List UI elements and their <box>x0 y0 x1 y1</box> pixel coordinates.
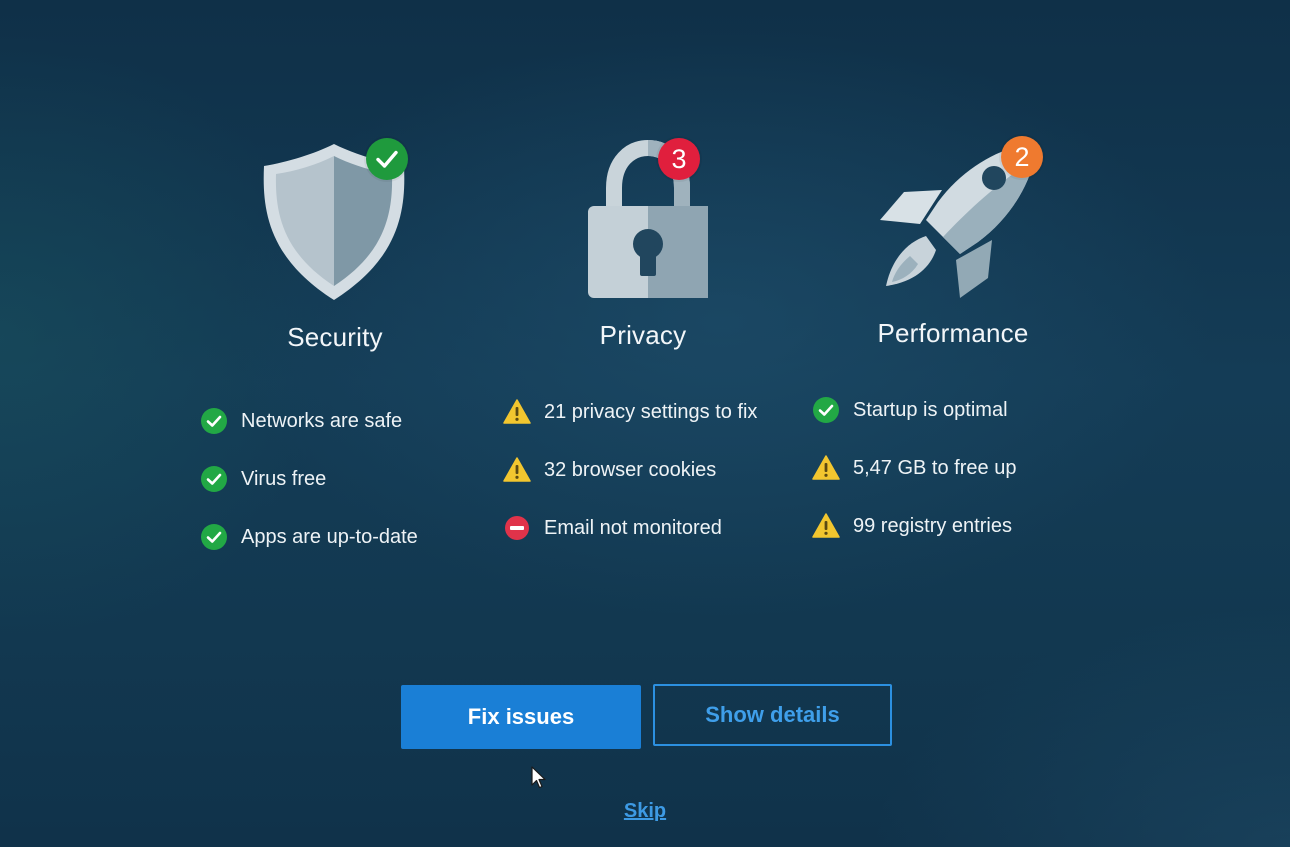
list-item: Apps are up-to-date <box>200 508 418 566</box>
privacy-item-label: 21 privacy settings to fix <box>544 400 758 423</box>
mouse-pointer-icon <box>531 766 546 789</box>
minus-circle-icon <box>503 514 531 542</box>
performance-title: Performance <box>877 318 1029 348</box>
list-item: 5,47 GB to free up <box>812 439 1016 497</box>
list-item: Email not monitored <box>503 499 757 557</box>
fix-issues-button[interactable]: Fix issues <box>401 685 641 749</box>
privacy-hero: 3 <box>478 130 808 310</box>
check-circle-icon <box>200 465 228 493</box>
list-item: 99 registry entries <box>812 497 1016 555</box>
privacy-badge-count: 3 <box>671 143 687 174</box>
check-circle-icon <box>200 523 228 551</box>
privacy-issue-count-badge: 3 <box>658 138 700 180</box>
list-item: Virus free <box>200 450 418 508</box>
skip-link[interactable]: Skip <box>620 800 670 822</box>
security-hero <box>170 130 500 310</box>
warning-triangle-icon <box>503 398 531 426</box>
privacy-item-label: 32 browser cookies <box>544 458 717 481</box>
warning-triangle-icon <box>812 454 840 482</box>
privacy-item-label: Email not monitored <box>544 516 722 539</box>
performance-hero: 2 <box>788 130 1118 310</box>
performance-badge-count: 2 <box>1014 141 1030 172</box>
privacy-title: Privacy <box>599 320 687 350</box>
security-item-label: Virus free <box>241 467 327 490</box>
security-list: Networks are safe Virus free Apps are up… <box>200 392 418 566</box>
security-item-label: Apps are up-to-date <box>241 525 418 548</box>
security-status-badge <box>366 138 408 180</box>
warning-triangle-icon <box>812 512 840 540</box>
list-item: Startup is optimal <box>812 381 1016 439</box>
performance-issue-count-badge: 2 <box>1001 136 1043 178</box>
check-badge-icon <box>376 150 398 168</box>
privacy-list: 21 privacy settings to fix 32 browser co… <box>503 383 757 557</box>
list-item: 32 browser cookies <box>503 441 757 499</box>
performance-item-label: 99 registry entries <box>853 514 1012 537</box>
padlock-icon <box>588 140 708 298</box>
list-item: Networks are safe <box>200 392 418 450</box>
security-item-label: Networks are safe <box>241 409 403 432</box>
skip-link-row: Skip <box>0 800 1290 823</box>
check-circle-icon <box>812 396 840 424</box>
check-circle-icon <box>200 407 228 435</box>
security-title: Security <box>287 322 383 352</box>
performance-item-label: Startup is optimal <box>853 398 1008 421</box>
warning-triangle-icon <box>503 456 531 484</box>
performance-item-label: 5,47 GB to free up <box>853 456 1017 479</box>
show-details-button[interactable]: Show details <box>653 684 892 746</box>
performance-list: Startup is optimal 5,47 GB to free up 99… <box>812 381 1016 555</box>
list-item: 21 privacy settings to fix <box>503 383 757 441</box>
